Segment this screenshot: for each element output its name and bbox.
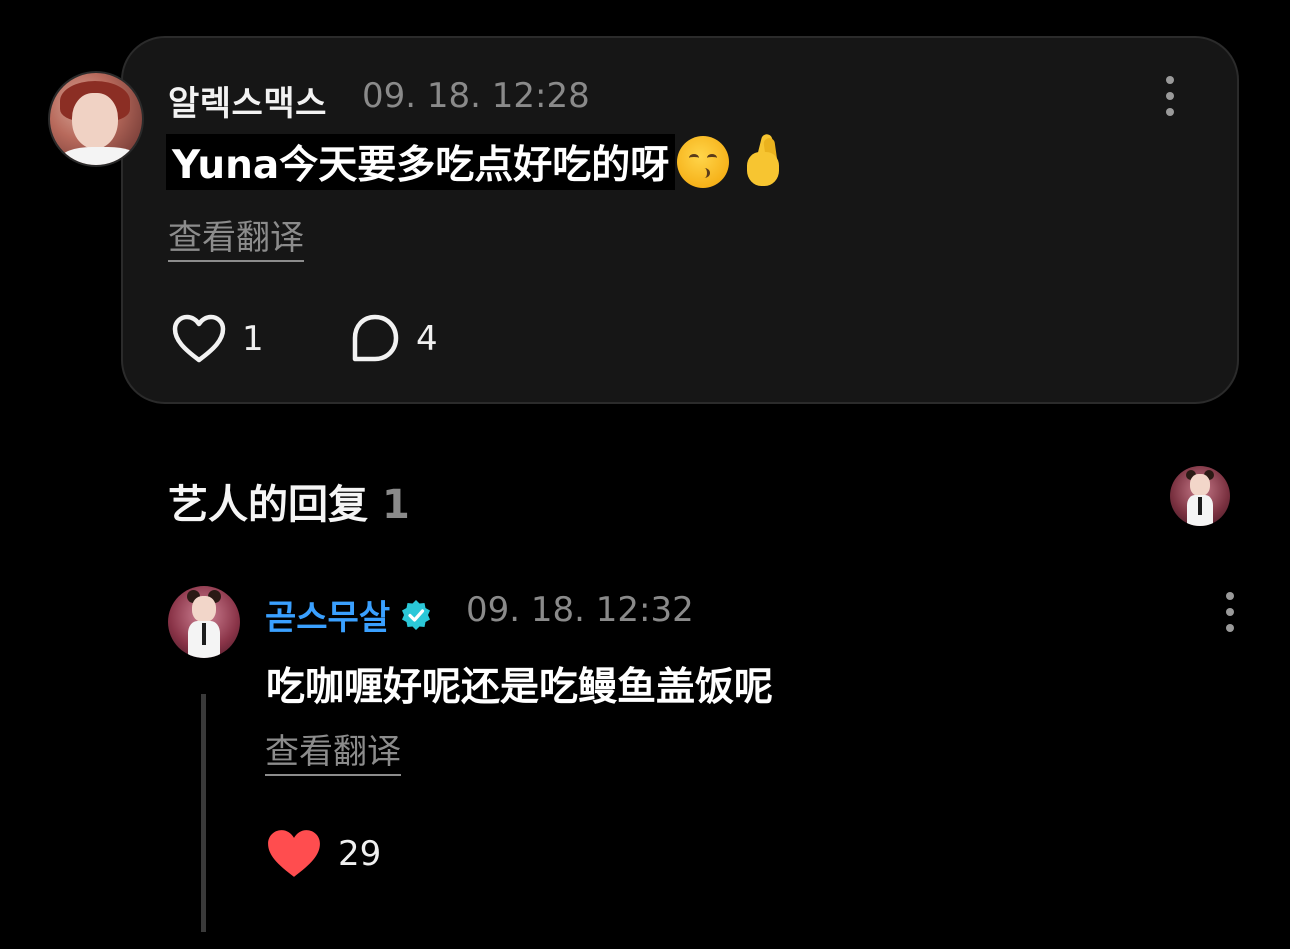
heart-filled-icon	[268, 830, 320, 877]
comment-body: Yuna今天要多吃点好吃的呀	[166, 133, 785, 190]
crossed-fingers-icon	[743, 133, 785, 190]
comment-like-count: 1	[242, 319, 264, 359]
commenter-username[interactable]: 알렉스맥스	[168, 76, 327, 125]
artist-reply-avatar[interactable]	[168, 586, 240, 658]
artist-username[interactable]: 곧스무살	[265, 590, 390, 639]
comment-reply-button[interactable]: 4	[350, 314, 438, 364]
comment-translate-link[interactable]: 查看翻译	[168, 218, 304, 262]
comment-more-options-icon[interactable]	[1158, 74, 1182, 118]
artist-avatar-small[interactable]	[1170, 466, 1230, 526]
commenter-avatar[interactable]	[48, 71, 144, 167]
reply-translate-link[interactable]: 查看翻译	[265, 732, 401, 776]
artist-username-row[interactable]: 곧스무살	[265, 590, 432, 639]
artist-replies-title: 艺人的回复	[168, 482, 368, 528]
reply-bubble-icon	[352, 314, 399, 362]
avatar-shirt	[60, 147, 140, 165]
artist-replies-count: 1	[382, 482, 410, 528]
verified-badge-icon	[402, 599, 431, 630]
artist-replies-heading: 艺人的回复 1	[168, 472, 410, 530]
reply-more-options-icon[interactable]	[1218, 590, 1242, 634]
kissing-face-icon	[677, 136, 730, 188]
comment-thread-page: 알렉스맥스 09. 18. 12:28 Yuna今天要多吃点好吃的呀 查看翻译 …	[0, 0, 1290, 949]
heart-outline-icon	[172, 314, 226, 363]
reply-like-button[interactable]: 29	[266, 828, 381, 880]
reply-like-count: 29	[338, 834, 382, 874]
reply-text: 吃咖喱好呢还是吃鳗鱼盖饭呢	[266, 665, 774, 710]
comment-reply-count: 4	[416, 319, 438, 359]
comment-text: Yuna今天要多吃点好吃的呀	[166, 134, 676, 190]
comment-timestamp: 09. 18. 12:28	[362, 76, 590, 116]
reply-timestamp: 09. 18. 12:32	[466, 590, 694, 630]
thread-line	[201, 694, 206, 932]
comment-like-button[interactable]: 1	[172, 314, 264, 364]
avatar-face	[72, 93, 118, 149]
